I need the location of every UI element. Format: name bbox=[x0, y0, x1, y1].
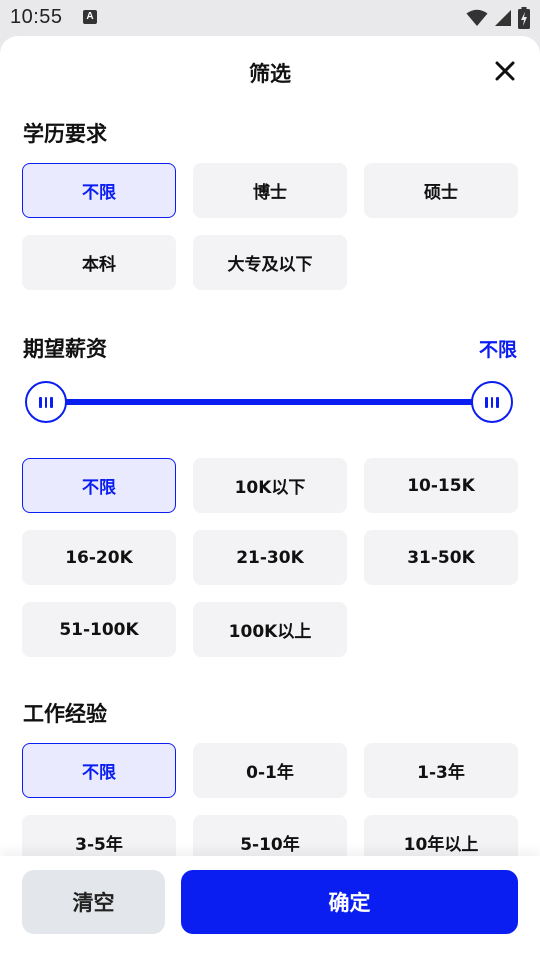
grip-line bbox=[39, 396, 42, 408]
wifi-icon bbox=[466, 9, 488, 26]
grip-line bbox=[50, 396, 53, 408]
grip-line bbox=[490, 396, 494, 408]
grip-line bbox=[496, 396, 499, 408]
grip-line bbox=[485, 396, 488, 408]
salary-option-over-100k[interactable]: 100K以上 bbox=[193, 602, 347, 657]
education-title: 学历要求 bbox=[23, 122, 107, 146]
status-time: 10:55 bbox=[10, 6, 63, 28]
salary-option-31-50k[interactable]: 31-50K bbox=[364, 530, 518, 585]
experience-option-1-3[interactable]: 1-3年 bbox=[364, 743, 518, 798]
confirm-button[interactable]: 确定 bbox=[181, 870, 518, 934]
salary-range-value: 不限 bbox=[478, 339, 517, 361]
battery-charging-icon bbox=[518, 7, 530, 29]
education-option-unlimited[interactable]: 不限 bbox=[22, 163, 176, 218]
salary-slider-min-handle[interactable] bbox=[25, 381, 67, 423]
clear-button[interactable]: 清空 bbox=[22, 870, 165, 934]
sheet-header: 筛选 bbox=[0, 36, 540, 106]
grip-line bbox=[44, 396, 48, 408]
sheet-title: 筛选 bbox=[249, 62, 291, 86]
experience-title: 工作经验 bbox=[23, 702, 107, 726]
education-option-master[interactable]: 硕士 bbox=[364, 163, 518, 218]
salary-option-unlimited[interactable]: 不限 bbox=[22, 458, 176, 513]
close-icon[interactable] bbox=[494, 60, 516, 82]
app-notification-icon: A bbox=[83, 10, 97, 24]
salary-option-10-15k[interactable]: 10-15K bbox=[364, 458, 518, 513]
filter-sheet: 筛选 学历要求 不限 博士 硕士 本科 大专及以下 期望薪资 不限 不限 10K… bbox=[0, 36, 540, 960]
status-icons bbox=[466, 7, 530, 29]
salary-option-16-20k[interactable]: 16-20K bbox=[22, 530, 176, 585]
sheet-footer: 清空 确定 bbox=[0, 856, 540, 960]
status-bar: 10:55 A bbox=[0, 0, 540, 36]
signal-icon bbox=[495, 10, 511, 26]
education-option-phd[interactable]: 博士 bbox=[193, 163, 347, 218]
salary-title: 期望薪资 bbox=[23, 337, 107, 361]
salary-option-under-10k[interactable]: 10K以下 bbox=[193, 458, 347, 513]
education-option-college[interactable]: 大专及以下 bbox=[193, 235, 347, 290]
salary-option-51-100k[interactable]: 51-100K bbox=[22, 602, 176, 657]
salary-slider-max-handle[interactable] bbox=[471, 381, 513, 423]
salary-slider-track[interactable] bbox=[46, 399, 494, 405]
experience-option-0-1[interactable]: 0-1年 bbox=[193, 743, 347, 798]
education-option-bachelor[interactable]: 本科 bbox=[22, 235, 176, 290]
experience-option-unlimited[interactable]: 不限 bbox=[22, 743, 176, 798]
salary-option-21-30k[interactable]: 21-30K bbox=[193, 530, 347, 585]
